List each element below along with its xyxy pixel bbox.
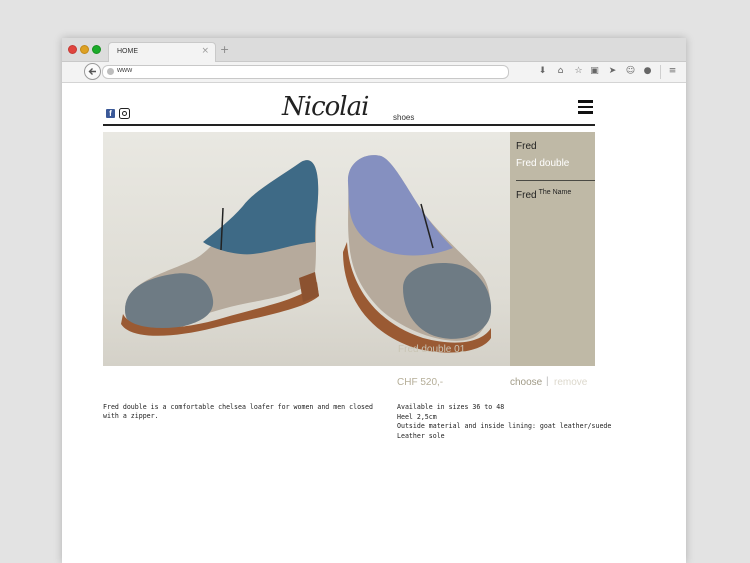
web-page: f Nicolai shoes Fred double 01 Fred Fred… xyxy=(62,83,686,563)
bookmark-star-icon[interactable]: ☆ xyxy=(573,66,584,77)
product-sidebar: Fred Fred double Fred The Name xyxy=(510,132,595,366)
right-shoe-icon xyxy=(343,155,492,353)
sidebar-item-fred-the-name[interactable]: Fred The Name xyxy=(516,189,571,201)
photo-caption: Fred double 01 xyxy=(398,344,466,355)
shoes-illustration xyxy=(121,155,492,353)
globe-icon xyxy=(107,68,114,75)
chat-icon[interactable]: ● xyxy=(642,66,653,77)
minimize-window-button[interactable] xyxy=(80,45,89,54)
spec-sole: Leather sole xyxy=(397,431,445,440)
sidebar-item-fred[interactable]: Fred xyxy=(516,141,537,152)
spec-sizes: Available in sizes 36 to 48 xyxy=(397,403,505,411)
browser-window: HOME × + www ⬇ ⌂ ☆ ▣ ➤ ☺ ● ≡ f Nicolai s… xyxy=(62,38,686,563)
remove-link[interactable]: remove xyxy=(554,377,587,388)
send-icon[interactable]: ➤ xyxy=(607,66,618,77)
tab-home[interactable]: HOME × xyxy=(108,42,216,62)
tab-bar: HOME × + xyxy=(62,38,686,62)
product-specs: Available in sizes 36 to 48 Heel 2,5cm O… xyxy=(397,403,612,441)
navigation-bar: www ⬇ ⌂ ☆ ▣ ➤ ☺ ● ≡ xyxy=(62,62,686,83)
new-tab-button[interactable]: + xyxy=(220,43,229,56)
smiley-icon[interactable]: ☺ xyxy=(625,66,636,77)
spec-material: Outside material and inside lining: goat… xyxy=(397,422,612,430)
hamburger-menu-icon[interactable] xyxy=(578,100,593,114)
menu-icon[interactable]: ≡ xyxy=(667,66,678,77)
back-arrow-icon xyxy=(88,68,96,75)
action-separator: | xyxy=(546,376,549,387)
facebook-icon[interactable]: f xyxy=(106,109,115,118)
download-icon[interactable]: ⬇ xyxy=(537,66,548,77)
product-description: Fred double is a comfortable chelsea loa… xyxy=(103,403,373,420)
product-photo: Fred double 01 xyxy=(103,132,510,366)
tab-close-icon[interactable]: × xyxy=(201,46,209,56)
sidebar-divider xyxy=(516,180,595,181)
address-bar[interactable]: www xyxy=(102,65,509,79)
close-window-button[interactable] xyxy=(68,45,77,54)
header-divider xyxy=(103,124,595,126)
url-text: www xyxy=(117,67,133,74)
spec-heel: Heel 2,5cm xyxy=(397,412,437,421)
home-icon[interactable]: ⌂ xyxy=(555,66,566,77)
sidebar-item-superscript: The Name xyxy=(538,189,572,196)
tab-title: HOME xyxy=(117,48,138,55)
choose-link[interactable]: choose xyxy=(510,377,542,388)
maximize-window-button[interactable] xyxy=(92,45,101,54)
clipboard-icon[interactable]: ▣ xyxy=(589,66,600,77)
logo[interactable]: Nicolai xyxy=(282,92,369,122)
left-shoe-icon xyxy=(121,160,319,336)
product-price: CHF 520,- xyxy=(397,377,444,388)
instagram-icon[interactable] xyxy=(119,108,130,119)
back-button[interactable] xyxy=(84,63,101,80)
sidebar-item-fred-double[interactable]: Fred double xyxy=(516,158,569,169)
logo-subtitle: shoes xyxy=(393,113,415,122)
